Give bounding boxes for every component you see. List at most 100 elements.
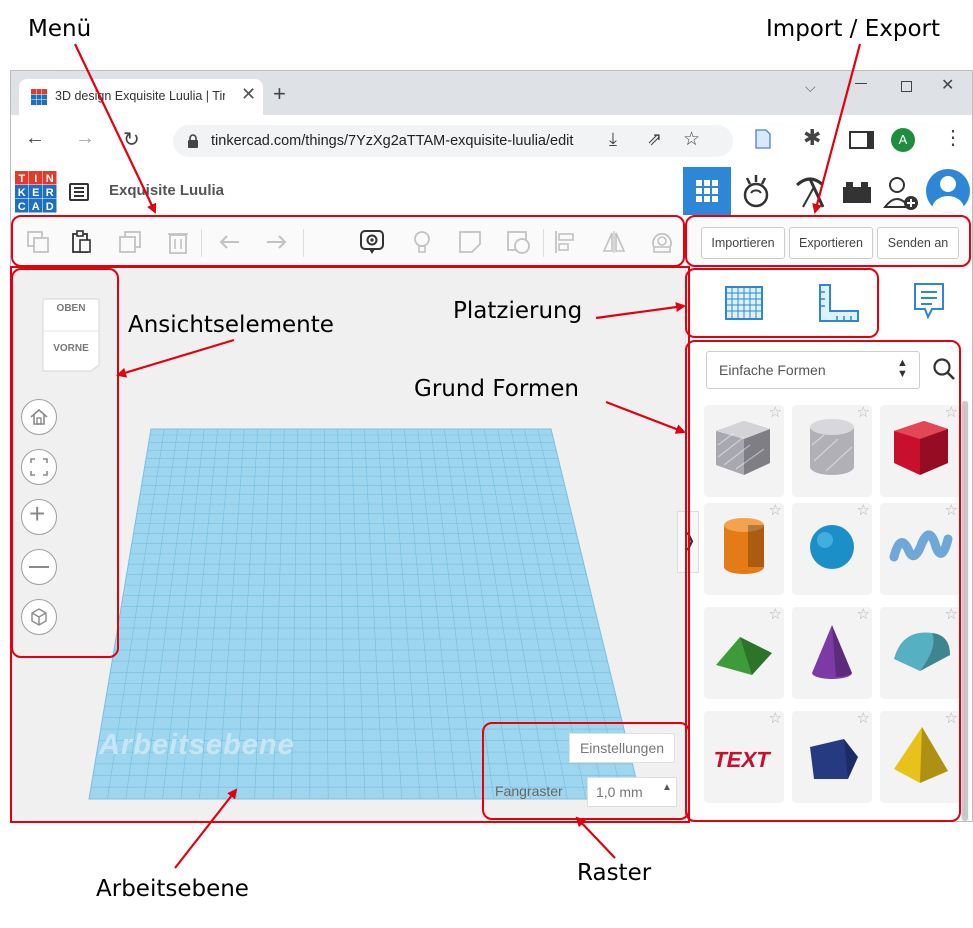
address-bar: ← → ↻ tinkercad.com/things/7YzXg2aTTAM-e… (11, 115, 972, 168)
reload-icon[interactable]: ↻ (123, 127, 140, 152)
close-window-icon[interactable]: ✕ (941, 75, 954, 95)
shape-roof[interactable]: ☆ (704, 605, 784, 699)
shape-category-select[interactable]: Einfache Formen ▲ ▼ (706, 351, 920, 389)
annotation-basic-shapes: Grund Formen (412, 376, 582, 402)
undo-icon[interactable] (217, 229, 243, 255)
design-name[interactable]: Exquisite Luulia (109, 182, 224, 199)
favorite-star-icon[interactable]: ☆ (945, 709, 958, 727)
sim-lab-icon[interactable] (741, 173, 775, 209)
snap-grid-select[interactable]: 1,0 mm ▲ (587, 777, 677, 807)
forward-icon[interactable]: → (75, 127, 95, 150)
favorite-star-icon[interactable]: ☆ (945, 403, 958, 421)
lock-icon (188, 134, 198, 148)
shapes-panel: Einfache Formen ▲ ▼ ☆ ☆ ☆ ☆ ☆ ☆ ☆ ☆ ☆ TEXT ☆ ☆ ☆ (685, 269, 972, 821)
shape-scribble[interactable]: ☆ (880, 501, 960, 595)
url-field[interactable]: tinkercad.com/things/7YzXg2aTTAM-exquisi… (173, 125, 733, 157)
favorite-star-icon[interactable]: ☆ (857, 501, 870, 519)
group-icon[interactable] (649, 229, 675, 255)
chevron-down-icon[interactable]: ⌵ (805, 79, 816, 96)
favorite-star-icon[interactable]: ☆ (769, 709, 782, 727)
workplane-watermark: Arbeitsebene (99, 729, 295, 761)
logo-letter: E (32, 187, 39, 199)
panel-scrollbar[interactable] (961, 401, 969, 821)
browser-tab[interactable]: 3D design Exquisite Luulia | Tin ✕ (19, 79, 263, 115)
favorite-star-icon[interactable]: ☆ (945, 605, 958, 623)
shape-pyramid[interactable]: ☆ (880, 709, 960, 803)
side-panel-icon[interactable] (849, 131, 874, 149)
favorite-star-icon[interactable]: ☆ (857, 605, 870, 623)
snap-grid-value: 1,0 mm (596, 784, 643, 800)
shape-box[interactable]: ☆ (880, 403, 960, 497)
favorite-star-icon[interactable]: ☆ (769, 403, 782, 421)
new-tab-button[interactable]: + (273, 81, 286, 107)
annotation-import-export: Import / Export (766, 16, 940, 42)
favorite-star-icon[interactable]: ☆ (857, 403, 870, 421)
grid-view-icon[interactable] (683, 167, 731, 215)
annotation-placement: Platzierung (451, 298, 585, 324)
workplane-viewport[interactable]: OBEN VORNE + Arbeitsebene Einstellungen … (11, 269, 685, 821)
shape-grid: ☆ ☆ ☆ ☆ ☆ ☆ ☆ ☆ ☆ TEXT ☆ ☆ ☆ (686, 401, 972, 821)
export-button[interactable]: Exportieren (789, 227, 873, 259)
notes-list-icon[interactable] (912, 281, 946, 321)
browser-menu-icon[interactable]: ⋮ (943, 125, 963, 150)
minimize-icon[interactable] (855, 83, 867, 84)
paste-icon[interactable] (69, 229, 95, 255)
settings-button[interactable]: Einstellungen (569, 733, 675, 763)
favorite-star-icon[interactable]: ☆ (769, 501, 782, 519)
chevron-up-icon: ▲ (662, 782, 672, 793)
search-icon[interactable] (932, 357, 956, 381)
profile-avatar[interactable]: A (891, 128, 915, 152)
hole-icon[interactable] (505, 229, 531, 255)
favorite-star-icon[interactable]: ☆ (945, 501, 958, 519)
extensions-icon[interactable]: ✱ (803, 125, 821, 151)
shape-cylinder-striped[interactable]: ☆ (792, 403, 872, 497)
close-tab-icon[interactable]: ✕ (241, 84, 256, 105)
panel-collapse-handle[interactable]: ❭ (677, 511, 699, 573)
avatar[interactable] (926, 169, 970, 213)
send-to-button[interactable]: Senden an (877, 227, 959, 259)
document-extension-icon[interactable] (755, 129, 771, 149)
shape-polygon[interactable]: ☆ (792, 709, 872, 803)
toolbar-divider (543, 229, 544, 257)
copy-icon[interactable] (25, 229, 51, 255)
shape-icon[interactable] (457, 229, 483, 255)
annotation-grid: Raster (577, 860, 652, 886)
tab-bar: 3D design Exquisite Luulia | Tin ✕ + ⌵ ✕ (11, 71, 972, 115)
logo-letter: A (32, 201, 40, 213)
tinkercad-logo[interactable]: T I N K E R C A D (15, 171, 57, 213)
mirror-icon[interactable] (601, 229, 627, 255)
share-icon[interactable]: ⇗ (647, 129, 662, 150)
workplane-icon[interactable] (724, 285, 764, 321)
chevron-right-icon: ❭ (682, 530, 698, 550)
shape-sphere[interactable]: ☆ (792, 501, 872, 595)
annotation-menu: Menü (28, 16, 92, 42)
bulb-icon[interactable] (409, 229, 435, 255)
maximize-icon[interactable] (901, 81, 912, 92)
shape-box-striped[interactable]: ☆ (704, 403, 784, 497)
shape-round-roof[interactable]: ☆ (880, 605, 960, 699)
notes-icon[interactable] (359, 229, 385, 255)
favorite-star-icon[interactable]: ☆ (857, 709, 870, 727)
design-list-icon[interactable] (69, 183, 89, 201)
add-user-icon[interactable] (883, 175, 923, 211)
shape-text[interactable]: TEXT ☆ (704, 709, 784, 803)
annotation-view-elements: Ansichtselemente (126, 312, 336, 338)
delete-icon[interactable] (165, 229, 191, 255)
import-button[interactable]: Importieren (701, 227, 785, 259)
shape-cone[interactable]: ☆ (792, 605, 872, 699)
duplicate-icon[interactable] (117, 229, 143, 255)
bricks-icon[interactable] (843, 179, 871, 205)
tab-title: 3D design Exquisite Luulia | Tin (55, 89, 225, 103)
toolbar-divider (303, 229, 304, 257)
logo-letter: I (34, 173, 37, 185)
pickaxe-icon[interactable] (793, 173, 827, 209)
annotation-workplane: Arbeitsebene (96, 876, 249, 902)
bookmark-star-icon[interactable]: ☆ (683, 128, 700, 151)
back-icon[interactable]: ← (25, 127, 45, 150)
redo-icon[interactable] (263, 229, 289, 255)
align-icon[interactable] (553, 229, 579, 255)
install-icon[interactable]: ⤓ (609, 129, 617, 150)
favorite-star-icon[interactable]: ☆ (769, 605, 782, 623)
ruler-icon[interactable] (818, 283, 860, 323)
shape-cylinder[interactable]: ☆ (704, 501, 784, 595)
